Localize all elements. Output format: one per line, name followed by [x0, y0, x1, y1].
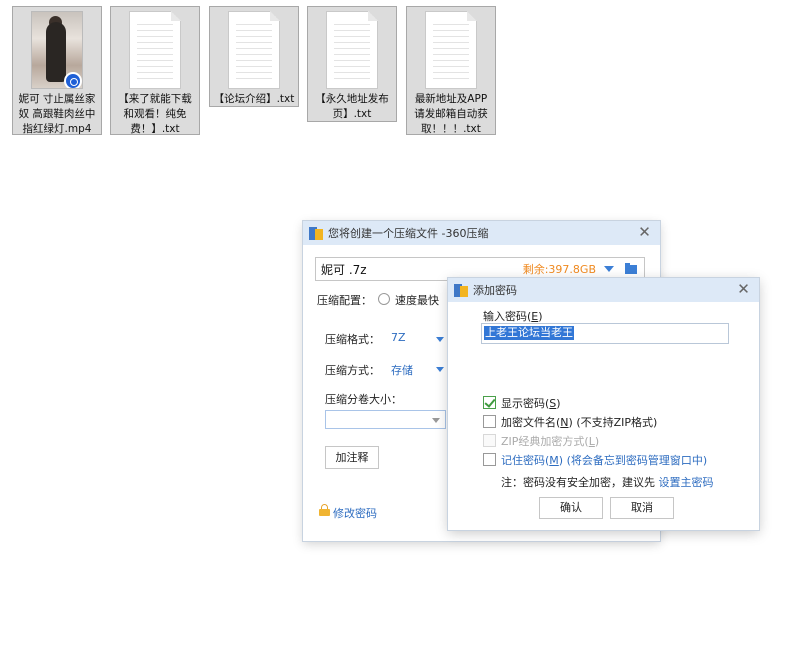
remember-password-checkbox[interactable] — [483, 453, 496, 466]
text-file-icon — [228, 11, 280, 89]
set-master-password-link[interactable]: 设置主密码 — [659, 476, 714, 489]
dialog-title: 您将创建一个压缩文件 -360压缩 — [328, 227, 489, 240]
password-input-label: 输入密码(E) — [483, 310, 543, 323]
add-comment-button[interactable]: 加注释 — [325, 446, 379, 469]
file-name: 【来了就能下载和观看！纯免费！】.txt — [118, 93, 192, 135]
text-file-icon — [425, 11, 477, 89]
video-thumbnail-icon — [31, 11, 83, 89]
file-icon-txt[interactable]: 【永久地址发布页】.txt — [307, 6, 397, 122]
split-size-label: 压缩分卷大小： — [325, 393, 402, 406]
method-select[interactable]: 存储 — [391, 362, 413, 378]
chevron-down-icon[interactable] — [436, 367, 444, 372]
cancel-button[interactable]: 取消 — [610, 497, 674, 519]
dialog-title: 添加密码 — [473, 284, 517, 297]
split-size-select[interactable] — [325, 410, 446, 429]
password-dialog-titlebar[interactable]: 添加密码 ✕ — [448, 278, 759, 302]
config-radio[interactable] — [378, 293, 390, 305]
archive-app-icon — [454, 283, 468, 297]
chevron-down-icon[interactable] — [604, 266, 614, 272]
file-name: 【永久地址发布页】.txt — [315, 93, 389, 120]
file-icon-txt[interactable]: 【来了就能下载和观看！纯免费！】.txt — [110, 6, 200, 135]
archive-filename: 妮可 .7z — [321, 262, 367, 277]
encrypt-filenames-label[interactable]: 加密文件名(N) (不支持ZIP格式) — [501, 414, 657, 430]
player-badge-icon — [64, 72, 82, 88]
folder-icon[interactable] — [625, 262, 637, 274]
archive-app-icon — [309, 226, 323, 240]
file-icon-txt[interactable]: 【论坛介绍】.txt — [209, 6, 299, 107]
compress-dialog-titlebar[interactable]: 您将创建一个压缩文件 -360压缩 ✕ — [303, 221, 660, 245]
zip-classic-checkbox — [483, 434, 496, 447]
ok-button[interactable]: 确认 — [539, 497, 603, 519]
remember-password-label[interactable]: 记住密码(M) (将会备忘到密码管理窗口中) — [501, 452, 707, 468]
encrypt-filenames-checkbox[interactable] — [483, 415, 496, 428]
security-hint: 注：密码没有安全加密，建议先 设置主密码 — [501, 476, 714, 489]
add-password-dialog: 添加密码 ✕ 输入密码(E) 上老王论坛当老王 显示密码(S) 加密文件名(N)… — [448, 278, 759, 530]
text-file-icon — [326, 11, 378, 89]
close-icon[interactable]: ✕ — [736, 282, 751, 297]
chevron-down-icon[interactable] — [436, 337, 444, 342]
config-option-label: 速度最快 — [395, 294, 439, 307]
free-space-label: 剩余:397.8GB — [522, 263, 596, 276]
show-password-checkbox[interactable] — [483, 396, 496, 409]
password-value: 上老王论坛当老王 — [484, 326, 574, 340]
file-icon-video[interactable]: 妮可 寸止属丝家奴 高跟鞋肉丝中指红绿灯.mp4 — [12, 6, 102, 135]
password-input[interactable]: 上老王论坛当老王 — [481, 323, 729, 344]
close-icon[interactable]: ✕ — [637, 225, 652, 240]
zip-classic-label: ZIP经典加密方式(L) — [501, 435, 600, 448]
file-name: 妮可 寸止属丝家奴 高跟鞋肉丝中指红绿灯.mp4 — [18, 93, 96, 135]
text-file-icon — [129, 11, 181, 89]
file-icon-txt[interactable]: 最新地址及APP请发邮箱自动获取！！！.txt — [406, 6, 496, 135]
file-name: 最新地址及APP请发邮箱自动获取！！！.txt — [414, 93, 488, 135]
config-label: 压缩配置： — [317, 294, 372, 307]
file-name: 【论坛介绍】.txt — [213, 93, 295, 105]
format-select[interactable]: 7Z — [391, 331, 406, 344]
method-label: 压缩方式： — [325, 364, 380, 377]
chevron-down-icon[interactable] — [432, 418, 440, 423]
format-label: 压缩格式： — [325, 333, 380, 346]
change-password-link[interactable]: 修改密码 — [333, 505, 377, 521]
show-password-label[interactable]: 显示密码(S) — [501, 395, 561, 411]
lock-icon — [319, 504, 330, 516]
